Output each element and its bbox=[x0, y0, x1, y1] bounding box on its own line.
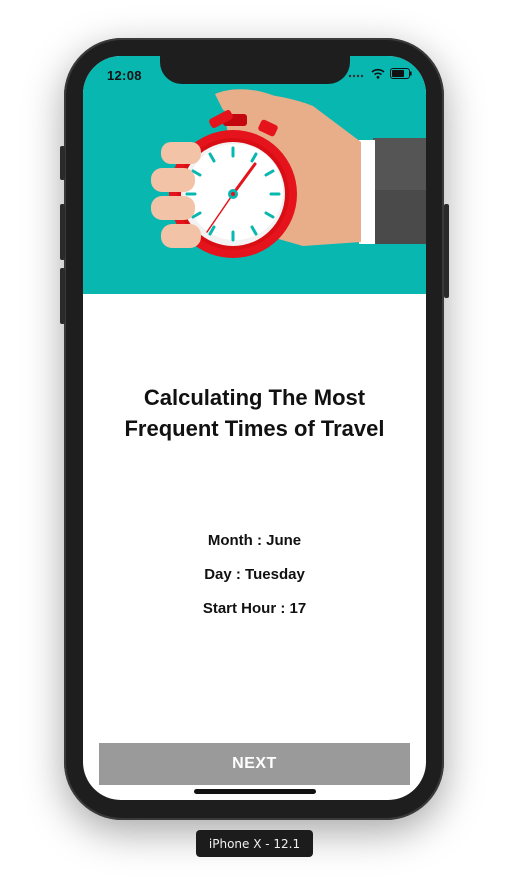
page-title: Calculating The Most Frequent Times of T… bbox=[83, 382, 426, 444]
signal-icon bbox=[348, 74, 364, 77]
battery-icon bbox=[390, 68, 412, 79]
day-value: Day : Tuesday bbox=[204, 566, 305, 583]
notch bbox=[160, 56, 350, 84]
status-icons bbox=[348, 68, 412, 79]
volume-down-button bbox=[60, 268, 65, 324]
title-line-1: Calculating The Most bbox=[143, 385, 366, 410]
power-button bbox=[444, 204, 449, 298]
volume-up-button bbox=[60, 204, 65, 260]
next-button[interactable]: NEXT bbox=[99, 743, 410, 785]
title-line-2: Frequent Times of Travel bbox=[124, 416, 385, 441]
start-hour-value: Start Hour : 17 bbox=[202, 600, 307, 617]
device-label: iPhone X - 12.1 bbox=[196, 830, 313, 857]
stopwatch-hand-illustration bbox=[151, 89, 426, 258]
travel-details: Month : June Day : Tuesday Start Hour : … bbox=[83, 530, 426, 632]
month-value: Month : June bbox=[207, 532, 302, 549]
app-screen: 12:08 Calculating The Most Frequent Time… bbox=[83, 56, 426, 800]
wifi-icon bbox=[371, 68, 385, 79]
hero-banner bbox=[83, 56, 426, 294]
status-time: 12:08 bbox=[107, 68, 142, 83]
mute-switch bbox=[60, 146, 65, 180]
home-indicator[interactable] bbox=[194, 789, 316, 794]
